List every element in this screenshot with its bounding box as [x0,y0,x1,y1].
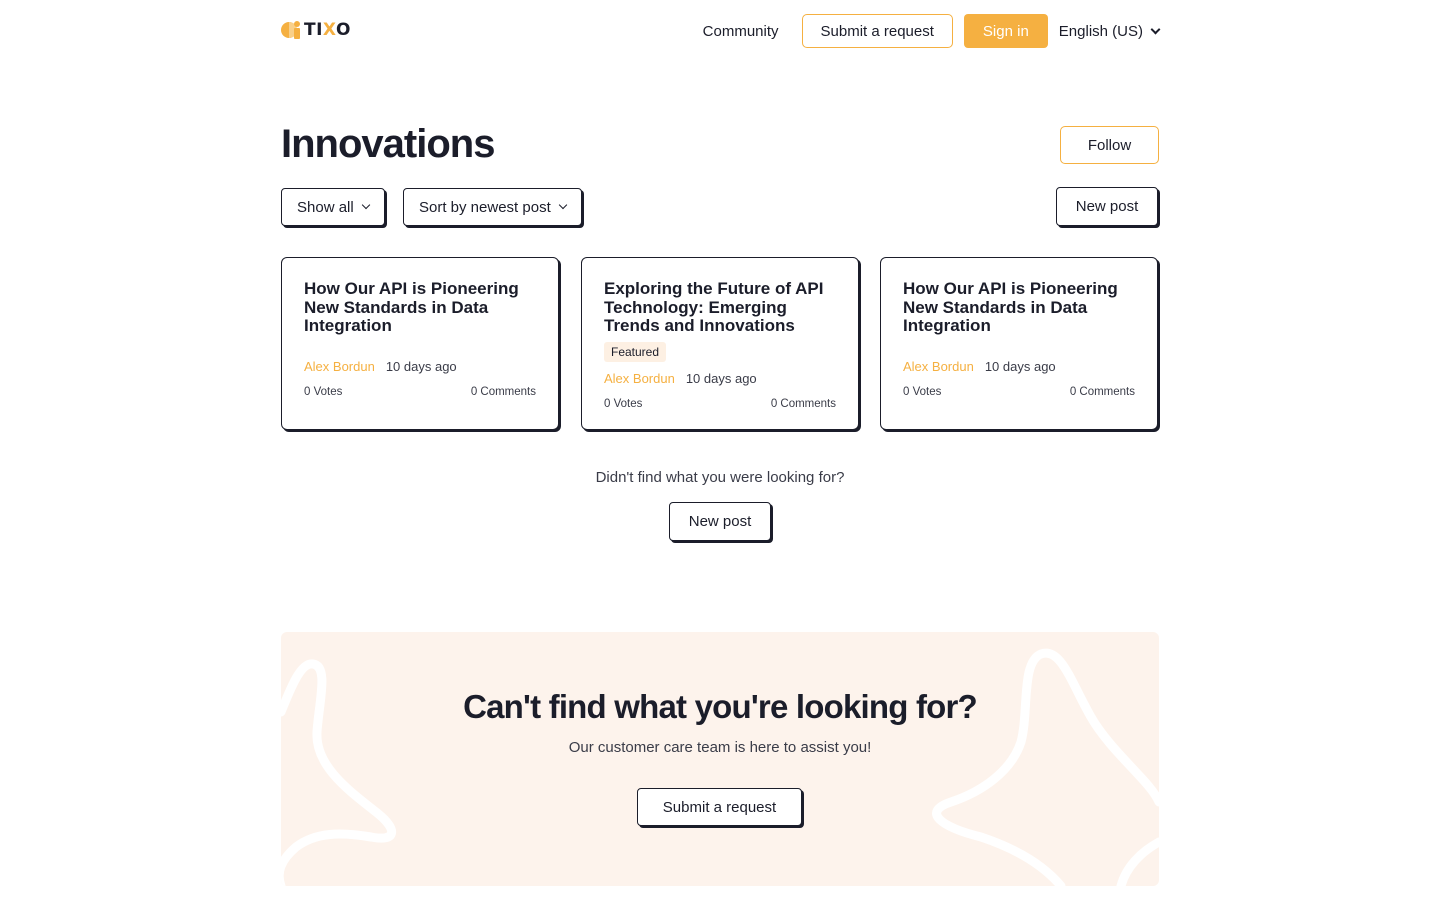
post-votes: 0 Votes [304,385,343,398]
post-votes: 0 Votes [604,397,643,410]
not-found-prompt: Didn't find what you were looking for? [595,469,845,486]
help-banner: Can't find what you're looking for? Our … [281,632,1159,886]
post-meta: Alex Bordun 10 days ago [304,359,536,374]
post-time: 10 days ago [385,358,457,374]
site-header: TIXO Community Submit a request Sign in … [281,14,1161,50]
chevron-down-icon [361,200,370,210]
banner-subtitle: Our customer care team is here to assist… [568,739,872,756]
submit-request-button[interactable]: Submit a request [801,14,953,48]
post-comments: 0 Comments [470,385,536,398]
post-meta: Alex Bordun 10 days ago [604,371,836,386]
sort-filter[interactable]: Sort by newest post [403,188,582,226]
post-votes: 0 Votes [903,385,942,398]
logo-mark-icon [281,21,301,39]
post-title[interactable]: How Our API is Pioneering New Standards … [304,279,536,336]
show-all-label: Show all [297,198,354,216]
post-stats: 0 Votes 0 Comments [304,386,536,398]
post-title[interactable]: How Our API is Pioneering New Standards … [903,279,1135,336]
post-time: 10 days ago [984,358,1056,374]
post-card[interactable]: Exploring the Future of API Technology: … [581,257,859,430]
featured-badge: Featured [604,341,667,362]
top-nav: Community Submit a request Sign in Engli… [703,14,1161,48]
logo-text: TIXO [304,20,351,40]
post-stats: 0 Votes 0 Comments [903,386,1135,398]
show-all-filter[interactable]: Show all [281,188,385,226]
post-meta: Alex Bordun 10 days ago [903,359,1135,374]
language-selector[interactable]: English (US) [1058,22,1161,40]
post-comments: 0 Comments [1069,385,1135,398]
banner-decoration [281,648,1159,886]
banner-title: Can't find what you're looking for? [463,688,978,725]
language-label: English (US) [1058,22,1143,40]
post-time: 10 days ago [685,370,757,386]
new-post-button-bottom[interactable]: New post [669,502,771,541]
logo[interactable]: TIXO [281,20,351,40]
chevron-down-icon [558,200,567,210]
nav-community-link[interactable]: Community [703,23,779,40]
sort-label: Sort by newest post [419,198,551,216]
post-author[interactable]: Alex Bordun [903,359,974,374]
post-comments: 0 Comments [770,397,836,410]
post-author[interactable]: Alex Bordun [604,371,675,386]
post-title[interactable]: Exploring the Future of API Technology: … [604,279,836,336]
chevron-down-icon [1150,24,1161,34]
new-post-button[interactable]: New post [1056,187,1158,226]
post-card[interactable]: How Our API is Pioneering New Standards … [281,257,559,430]
page-title: Innovations [281,122,495,166]
post-author[interactable]: Alex Bordun [304,359,375,374]
sign-in-button[interactable]: Sign in [963,14,1048,48]
follow-button[interactable]: Follow [1060,126,1159,164]
post-stats: 0 Votes 0 Comments [604,398,836,410]
post-card[interactable]: How Our API is Pioneering New Standards … [880,257,1158,430]
banner-submit-request-button[interactable]: Submit a request [637,788,802,826]
